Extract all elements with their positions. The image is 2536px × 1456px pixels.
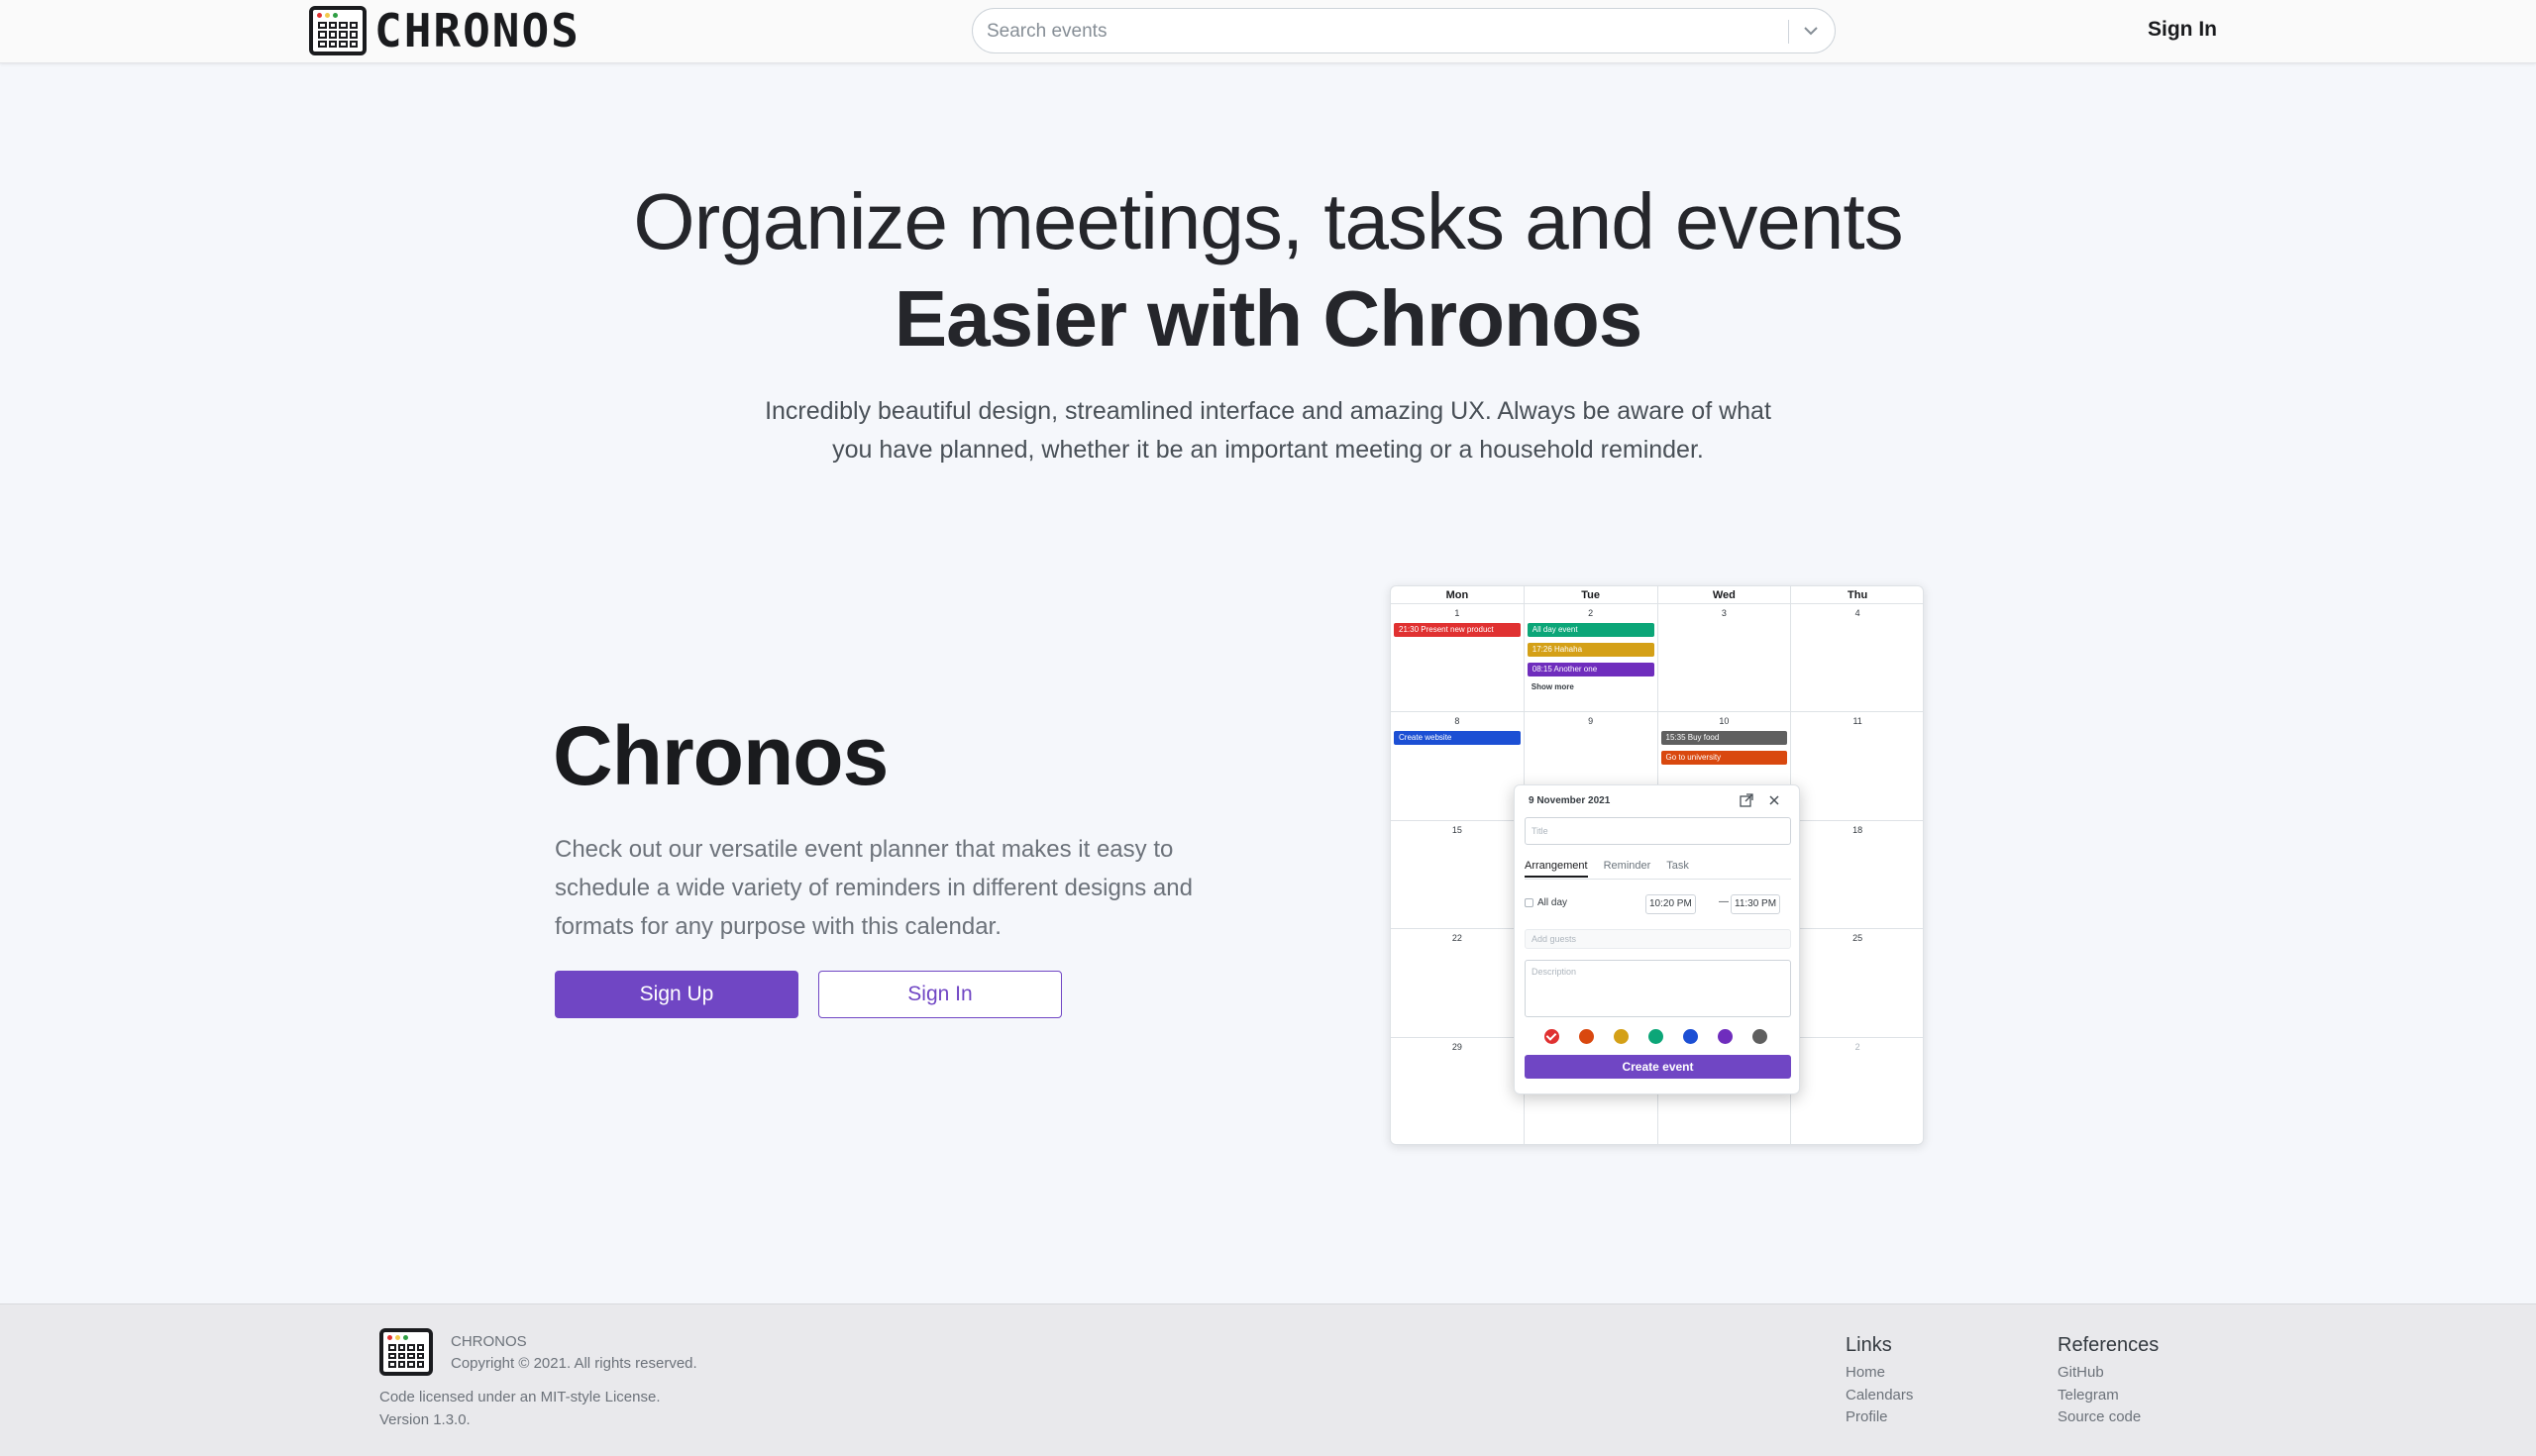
footer (0, 1303, 2536, 1456)
weekday-label: Mon (1391, 586, 1525, 604)
calendar-day-cell[interactable]: 22 (1391, 929, 1525, 1038)
footer-copyright: Copyright © 2021. All rights reserved. (451, 1355, 697, 1372)
calendar-day-cell[interactable]: 1 21:30 Present new product (1391, 604, 1525, 713)
calendar-day-cell[interactable]: 3 (1657, 604, 1792, 713)
start-time-input[interactable]: 10:20 PM (1645, 894, 1696, 914)
event-title-input[interactable]: Title (1525, 817, 1791, 845)
color-swatch[interactable] (1648, 1029, 1663, 1044)
calendar-event[interactable]: 21:30 Present new product (1394, 623, 1521, 637)
calendar-day-cell[interactable]: 2 All day event 17:26 Hahaha 08:15 Another … (1524, 604, 1658, 713)
hero-subheading: Easier with Chronos (894, 274, 1642, 363)
footer-references-title: References (2058, 1334, 2160, 1356)
weekday-label: Tue (1525, 586, 1658, 604)
footer-logo (379, 1328, 433, 1376)
calendar-logo-icon (309, 6, 367, 55)
open-external-icon[interactable] (1739, 792, 1754, 808)
tabs-divider (1525, 879, 1791, 880)
day-number: 1 (1454, 608, 1460, 618)
calendar-day-cell[interactable]: 15 (1391, 820, 1525, 930)
calendar-day-cell[interactable]: 8 Create website (1391, 712, 1525, 821)
color-swatch[interactable] (1718, 1029, 1733, 1044)
color-swatch[interactable] (1683, 1029, 1698, 1044)
color-swatch[interactable] (1579, 1029, 1594, 1044)
search-placeholder: Search events (987, 21, 1108, 42)
sign-in-button[interactable]: Sign In (818, 971, 1062, 1018)
day-number: 18 (1852, 824, 1863, 835)
close-icon[interactable] (1766, 792, 1782, 808)
day-number: 10 (1719, 716, 1730, 727)
footer-link-telegram[interactable]: Telegram (2058, 1387, 2119, 1404)
day-number: 9 (1588, 716, 1594, 727)
popover-date: 9 November 2021 (1529, 795, 1611, 806)
new-event-popover: 9 November 2021 Title Arrangement Remind… (1514, 784, 1800, 1094)
footer-license: Code licensed under an MIT-style License… (379, 1389, 661, 1405)
footer-link-calendars[interactable]: Calendars (1846, 1387, 1913, 1404)
search-input[interactable]: Search events (972, 8, 1836, 53)
brand-name: CHRONOS (374, 4, 581, 57)
footer-link-profile[interactable]: Profile (1846, 1408, 1888, 1425)
footer-version: Version 1.3.0. (379, 1411, 471, 1428)
create-event-button[interactable]: Create event (1525, 1055, 1791, 1079)
calendar-event[interactable]: 15:35 Buy food (1660, 731, 1788, 746)
tab-task[interactable]: Task (1666, 860, 1689, 878)
calendar-event[interactable]: All day event (1527, 623, 1654, 637)
calendar-event[interactable]: 17:26 Hahaha (1527, 643, 1654, 657)
day-number: 15 (1451, 824, 1462, 835)
calendar-day-cell[interactable]: 29 (1391, 1037, 1525, 1144)
chevron-down-icon[interactable] (1799, 18, 1823, 44)
day-number: 25 (1852, 933, 1863, 944)
calendar-day-cell[interactable]: 2 (1791, 1038, 1923, 1144)
header-sign-in-link[interactable]: Sign In (2148, 18, 2217, 42)
color-swatch[interactable] (1544, 1029, 1559, 1044)
calendar-day-cell[interactable]: 25 (1791, 929, 1923, 1038)
calendar-day-cell[interactable]: 18 (1791, 821, 1923, 930)
calendar-day-cell[interactable]: 11 (1791, 712, 1923, 821)
footer-links-title: Links (1846, 1334, 1892, 1356)
footer-link-source-code[interactable]: Source code (2058, 1408, 2141, 1425)
weekday-label: Thu (1791, 586, 1923, 604)
all-day-checkbox[interactable]: All day (1525, 897, 1567, 908)
day-number: 3 (1721, 608, 1727, 618)
tab-reminder[interactable]: Reminder (1604, 860, 1651, 878)
sign-up-button[interactable]: Sign Up (555, 971, 798, 1018)
calendar-event[interactable]: Create website (1394, 731, 1521, 746)
tab-arrangement[interactable]: Arrangement (1525, 860, 1588, 878)
day-number: 11 (1852, 716, 1862, 727)
popover-tabs: Arrangement Reminder Task (1525, 860, 1689, 878)
calendar-event[interactable]: 08:15 Another one (1527, 663, 1654, 676)
day-number: 29 (1451, 1041, 1462, 1052)
day-number: 2 (1854, 1041, 1860, 1052)
brand-logo[interactable]: CHRONOS (309, 6, 581, 55)
calendar-event[interactable]: Go to university (1660, 751, 1788, 766)
feature-description: Check out our versatile event planner th… (555, 836, 1193, 940)
all-day-label: All day (1537, 897, 1568, 908)
add-guests-input[interactable]: Add guests (1525, 929, 1791, 949)
description-textarea[interactable]: Description (1525, 960, 1791, 1017)
day-number: 2 (1588, 608, 1594, 618)
feature-title: Chronos (553, 709, 889, 802)
day-number: 4 (1854, 608, 1860, 618)
footer-link-home[interactable]: Home (1846, 1364, 1885, 1381)
checkbox-icon[interactable] (1525, 898, 1533, 907)
day-number: 22 (1451, 933, 1462, 944)
top-navbar: CHRONOS Search events Sign In (0, 0, 2536, 63)
footer-brand-name: CHRONOS (451, 1333, 527, 1350)
hero-heading: Organize meetings, tasks and events (633, 177, 1903, 265)
color-picker (1544, 1029, 1767, 1044)
end-time-input[interactable]: 11:30 PM (1731, 894, 1781, 914)
weekday-label: Wed (1658, 586, 1792, 604)
calendar-weekday-header: Mon Tue Wed Thu (1391, 586, 1923, 604)
day-number: 8 (1454, 716, 1460, 727)
calendar-day-cell[interactable]: 4 (1791, 604, 1923, 713)
color-swatch[interactable] (1614, 1029, 1629, 1044)
calendar-logo-icon (379, 1328, 433, 1376)
time-range-dash: — (1719, 896, 1729, 907)
color-swatch[interactable] (1752, 1029, 1767, 1044)
search-divider (1788, 20, 1789, 44)
show-more-link[interactable]: Show more (1528, 682, 1654, 691)
footer-link-github[interactable]: GitHub (2058, 1364, 2104, 1381)
hero-description: Incredibly beautiful design, streamlined… (765, 397, 1771, 464)
